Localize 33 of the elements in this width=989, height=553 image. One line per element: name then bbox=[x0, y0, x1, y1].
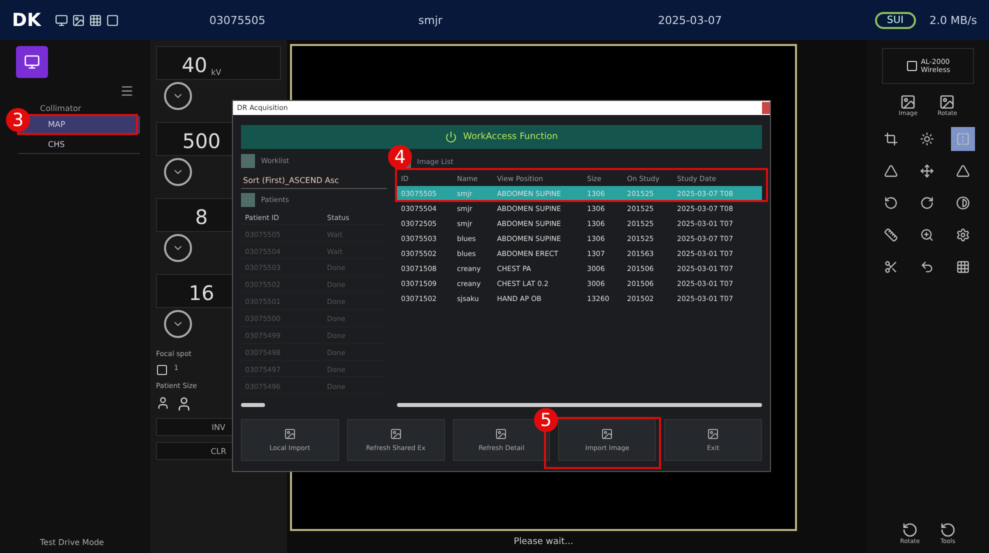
image-icon bbox=[390, 428, 402, 440]
logo: DK bbox=[12, 10, 41, 30]
toolbar-icon[interactable] bbox=[54, 14, 68, 26]
chevron-down-icon[interactable] bbox=[164, 234, 192, 262]
patient-id: 03075505 bbox=[209, 14, 266, 26]
mode-label: Test Drive Mode bbox=[40, 538, 105, 547]
square-icon[interactable] bbox=[156, 364, 168, 376]
chevron-down-icon[interactable] bbox=[164, 310, 192, 338]
square-icon bbox=[241, 154, 255, 168]
person-icon[interactable] bbox=[156, 396, 170, 410]
chevron-down-icon[interactable] bbox=[164, 158, 192, 186]
square-icon bbox=[906, 60, 918, 72]
sidebar-item[interactable]: CHS bbox=[18, 136, 140, 154]
mode-badge: SUI bbox=[874, 12, 916, 28]
image-icon bbox=[284, 428, 296, 440]
chevron-down-icon[interactable] bbox=[164, 82, 192, 110]
viewer-status: Please wait... bbox=[512, 536, 574, 549]
app-icon[interactable] bbox=[16, 46, 48, 78]
toolbar-icon[interactable] bbox=[88, 14, 102, 26]
image-icon bbox=[601, 428, 614, 440]
toolbar-icon[interactable] bbox=[106, 14, 119, 26]
sort-field: Sort (First)_ASCEND Asc bbox=[241, 172, 387, 189]
image-icon bbox=[495, 428, 508, 440]
patient-name: smjr bbox=[418, 14, 442, 26]
person-icon[interactable] bbox=[176, 396, 192, 412]
transfer-rate: 2.0 MB/s bbox=[930, 14, 977, 26]
dialog-banner: WorkAccess Function bbox=[241, 125, 762, 149]
study-date: 2025-03-07 bbox=[658, 14, 722, 26]
toolbar-icon[interactable] bbox=[72, 14, 85, 26]
square-icon bbox=[241, 192, 255, 207]
menu-icon[interactable] bbox=[120, 84, 134, 98]
section-label: Collimator bbox=[40, 104, 82, 113]
image-icon bbox=[707, 428, 720, 440]
